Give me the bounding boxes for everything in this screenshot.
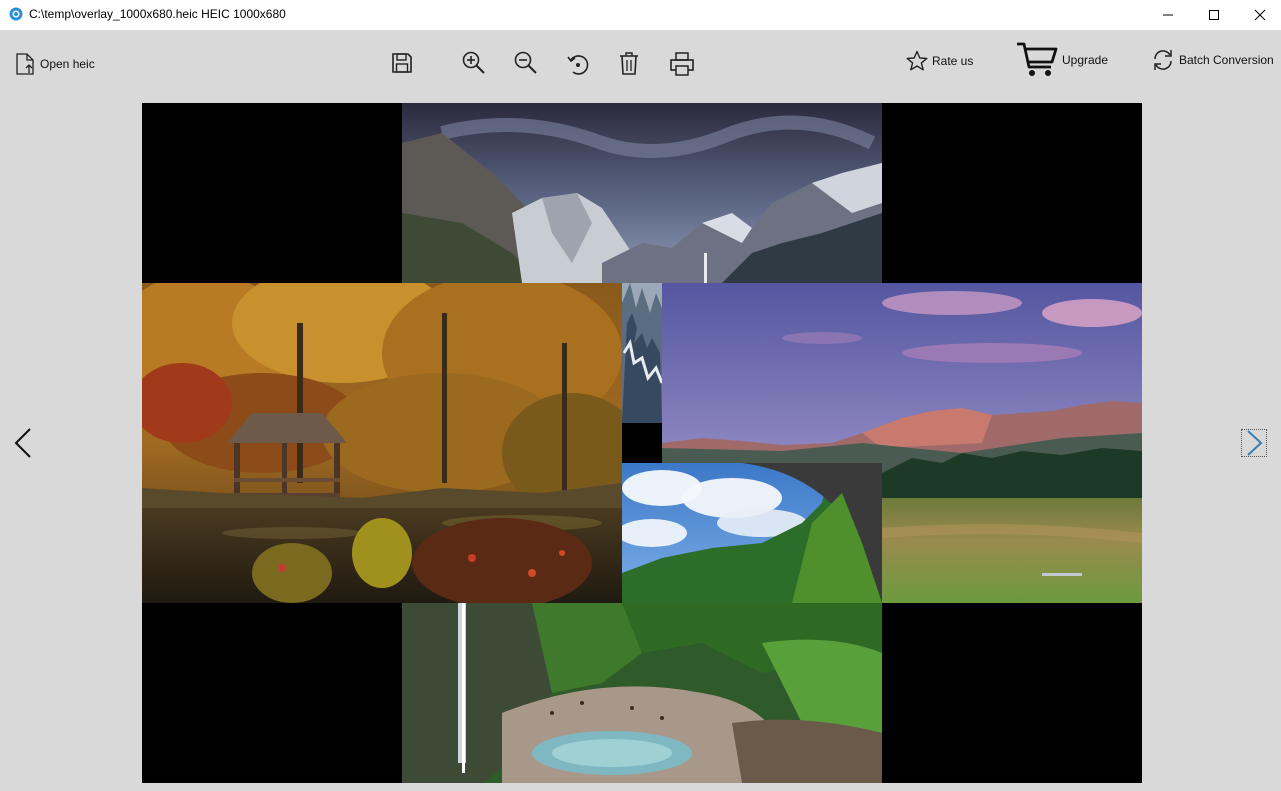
open-heic-button[interactable]: Open heic: [14, 52, 95, 76]
zoom-in-icon: [462, 51, 485, 74]
delete-button[interactable]: [618, 51, 640, 77]
file-upload-icon: [16, 53, 34, 75]
window-title: C:\temp\overlay_1000x680.heic HEIC 1000x…: [29, 7, 286, 21]
mountain-snow-tile: [402, 103, 882, 283]
cart-icon: [1017, 42, 1058, 76]
star-icon: [906, 50, 928, 71]
close-button[interactable]: [1237, 0, 1281, 30]
floppy-disk-icon: [392, 53, 412, 73]
printer-icon: [670, 52, 694, 76]
close-icon: [1254, 9, 1266, 21]
print-button[interactable]: [669, 51, 695, 77]
autumn-pavilion-tile: [142, 283, 622, 603]
chevron-right-icon: [1247, 430, 1263, 456]
rotate-icon: [567, 55, 589, 75]
upgrade-button[interactable]: Upgrade: [1016, 41, 1108, 79]
next-image-button[interactable]: [1241, 429, 1267, 457]
toolbar: Open heic Rate us Upgrade Batch Conversi…: [0, 30, 1281, 96]
maximize-button[interactable]: [1191, 0, 1237, 30]
batch-conversion-button[interactable]: Batch Conversion: [1151, 48, 1274, 72]
app-icon: [9, 7, 23, 21]
refresh-icon: [1154, 50, 1172, 70]
image-viewer[interactable]: [142, 103, 1142, 783]
trash-icon: [620, 52, 638, 75]
rotate-button[interactable]: [565, 51, 591, 77]
rate-us-button[interactable]: Rate us: [906, 50, 973, 72]
zoom-out-button[interactable]: [513, 50, 539, 76]
chevron-left-icon: [14, 428, 31, 458]
batch-conversion-label: Batch Conversion: [1179, 53, 1274, 67]
upgrade-label: Upgrade: [1062, 53, 1109, 67]
minimize-icon: [1163, 14, 1173, 16]
open-heic-label: Open heic: [40, 57, 95, 71]
snowy-forest-strip: [622, 283, 662, 423]
zoom-out-icon: [514, 51, 537, 74]
minimize-button[interactable]: [1145, 0, 1191, 30]
save-button[interactable]: [390, 51, 414, 75]
maximize-icon: [1209, 10, 1219, 20]
green-valley-sky-tile: [622, 463, 882, 603]
zoom-in-button[interactable]: [461, 50, 487, 76]
title-bar: C:\temp\overlay_1000x680.heic HEIC 1000x…: [0, 0, 1281, 30]
rate-us-label: Rate us: [932, 54, 974, 68]
previous-image-button[interactable]: [12, 427, 36, 459]
waterfall-canyon-tile: [402, 603, 882, 783]
